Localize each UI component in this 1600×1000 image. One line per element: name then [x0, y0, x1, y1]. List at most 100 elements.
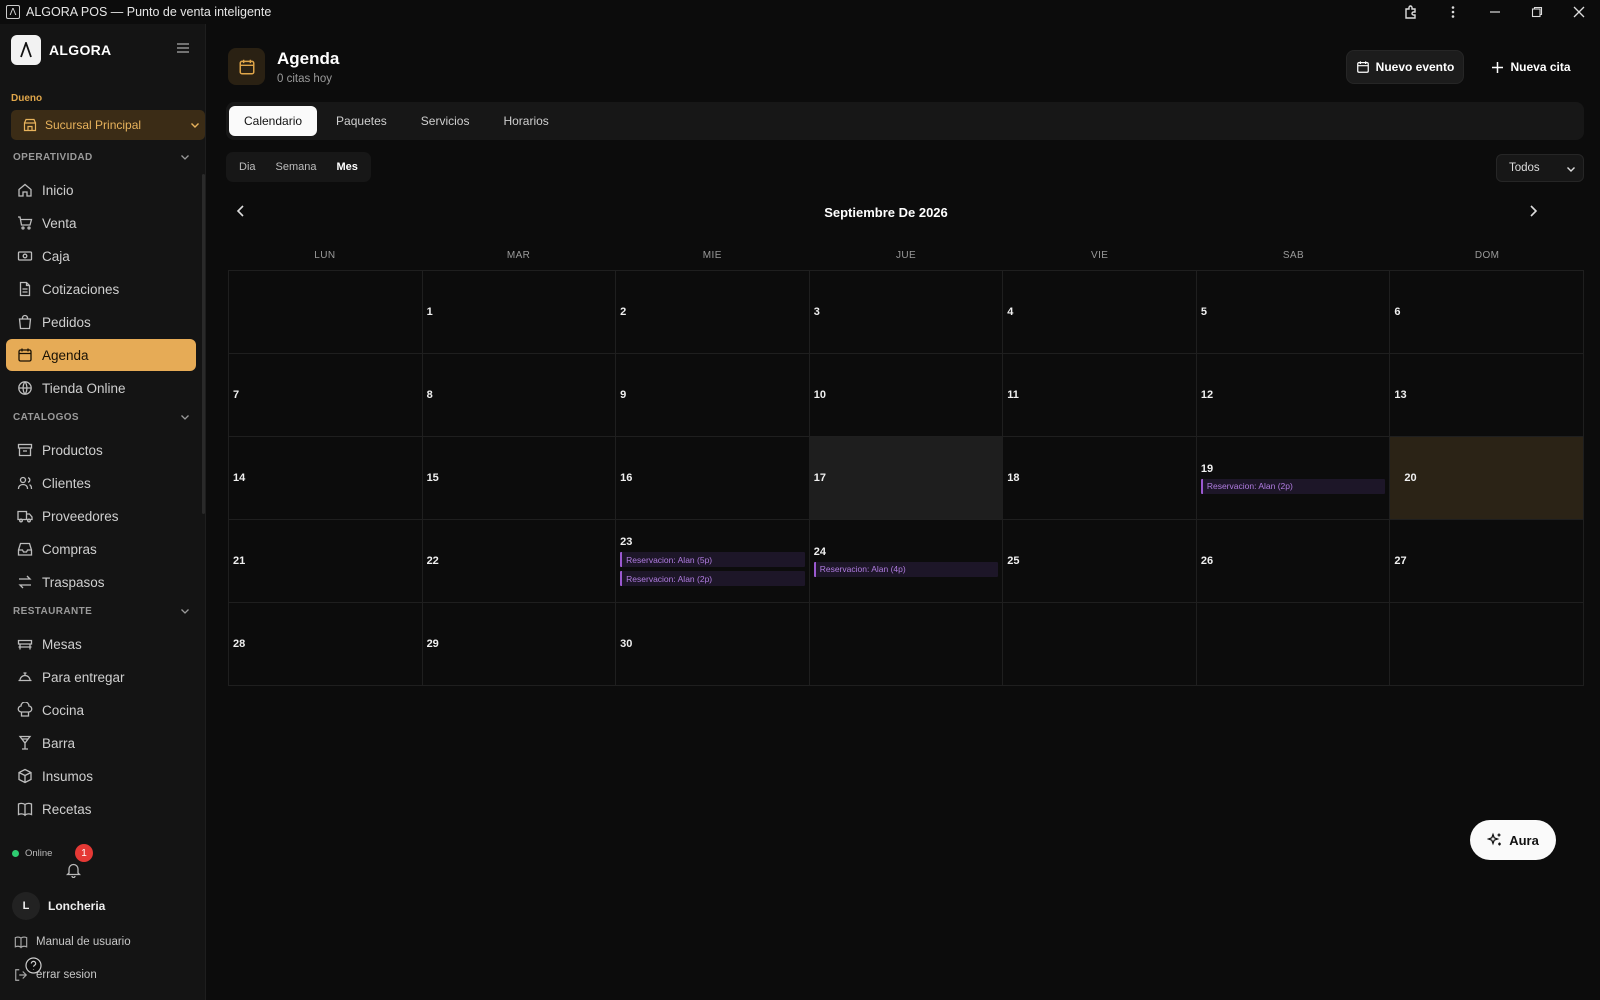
calendar-day[interactable]: 5 [1196, 271, 1391, 354]
calendar-day[interactable]: 12 [1196, 354, 1391, 437]
filter-select[interactable]: Todos [1496, 154, 1584, 182]
sidebar-item-productos[interactable]: Productos [6, 434, 196, 466]
calendar-day[interactable]: 23 Reservacion: Alan (5p) Reservacion: Ala… [616, 520, 810, 603]
branch-selector[interactable]: Sucursal Principal [11, 110, 205, 140]
sidebar-item-pedidos[interactable]: Pedidos [6, 306, 196, 338]
calendar-day[interactable]: 4 [1003, 271, 1197, 354]
more-vertical-icon[interactable] [1432, 0, 1474, 24]
menu-icon[interactable] [176, 42, 190, 54]
calendar-day[interactable]: 10 [809, 354, 1004, 437]
help-icon[interactable] [25, 957, 42, 974]
calendar-event[interactable]: Reservacion: Alan (5p) [620, 552, 805, 567]
calendar-event[interactable]: Reservacion: Alan (2p) [620, 571, 805, 586]
minimize-button[interactable] [1474, 0, 1516, 24]
restore-button[interactable] [1516, 0, 1558, 24]
day-number: 8 [426, 389, 433, 401]
month-title: Septiembre De 2026 [824, 205, 948, 220]
calendar-day[interactable]: 8 [422, 354, 617, 437]
calendar-day[interactable]: 27 [1390, 520, 1584, 603]
view-mes[interactable]: Mes [327, 155, 368, 179]
extensions-icon[interactable] [1390, 0, 1432, 24]
sidebar-item-recetas[interactable]: Recetas [6, 793, 196, 825]
calendar-day[interactable]: 21 [229, 520, 423, 603]
calendar-day[interactable]: 17 [809, 437, 1004, 520]
calendar-day[interactable]: 20 [1390, 437, 1584, 520]
calendar-day-empty[interactable] [229, 271, 423, 354]
calendar-day[interactable]: 2 [616, 271, 810, 354]
section-operatividad[interactable]: OPERATIVIDAD [13, 151, 191, 163]
chevron-left-icon[interactable] [234, 204, 248, 218]
sidebar-item-venta[interactable]: Venta [6, 207, 196, 239]
tab-horarios[interactable]: Horarios [488, 106, 563, 136]
calendar-day[interactable]: 16 [616, 437, 810, 520]
view-semana[interactable]: Semana [266, 155, 327, 179]
calendar-day[interactable]: 19 Reservacion: Alan (2p) [1196, 437, 1391, 520]
sidebar-item-proveedores[interactable]: Proveedores [6, 500, 196, 532]
calendar-day[interactable]: 7 [229, 354, 423, 437]
view-dia[interactable]: Dia [229, 155, 266, 179]
calendar-event[interactable]: Reservacion: Alan (2p) [1200, 478, 1386, 494]
calendar-day[interactable]: 29 [422, 603, 617, 686]
calendar-day[interactable]: 14 [229, 437, 423, 520]
calendar-day-empty[interactable] [1390, 603, 1584, 686]
close-button[interactable] [1558, 0, 1600, 24]
calendar-day[interactable]: 30 [616, 603, 810, 686]
calendar-day[interactable]: 25 [1003, 520, 1197, 603]
sidebar-item-inicio[interactable]: Inicio [6, 174, 196, 206]
aura-assistant-button[interactable]: Aura [1470, 820, 1556, 860]
truck-icon [16, 507, 34, 525]
day-number: 2 [620, 306, 627, 318]
calendar-day[interactable]: 13 [1390, 354, 1584, 437]
sidebar-item-mesas[interactable]: Mesas [6, 628, 196, 660]
tab-servicios[interactable]: Servicios [406, 106, 485, 136]
calendar-day[interactable]: 3 [809, 271, 1004, 354]
weekday-label: MAR [506, 250, 531, 261]
calendar-day[interactable]: 15 [422, 437, 617, 520]
sidebar-item-tienda-online[interactable]: Tienda Online [6, 372, 196, 404]
chevron-right-icon[interactable] [1526, 204, 1540, 218]
calendar-day[interactable]: 24 Reservacion: Alan (4p) [809, 520, 1004, 603]
section-restaurante[interactable]: RESTAURANTE [13, 605, 191, 617]
calendar-day-empty[interactable] [1196, 603, 1391, 686]
filter-value: Todos [1509, 162, 1540, 174]
bell-icon[interactable] [66, 862, 81, 878]
calendar-day-empty[interactable] [809, 603, 1004, 686]
sidebar-item-insumos[interactable]: Insumos [6, 760, 196, 792]
calendar-day-empty[interactable] [1003, 603, 1197, 686]
sidebar-item-compras[interactable]: Compras [6, 533, 196, 565]
calendar-day[interactable]: 9 [616, 354, 810, 437]
day-number: 9 [620, 389, 627, 401]
section-catalogos[interactable]: CATALOGOS [13, 411, 191, 423]
sidebar-scrollbar[interactable] [202, 174, 205, 514]
sidebar-item-barra[interactable]: Barra [6, 727, 196, 759]
calendar-event[interactable]: Reservacion: Alan (4p) [813, 561, 999, 577]
calendar-day[interactable]: 6 [1390, 271, 1584, 354]
sidebar-item-caja[interactable]: Caja [6, 240, 196, 272]
branch-label: Sucursal Principal [45, 118, 142, 132]
new-event-button[interactable]: Nuevo evento [1346, 50, 1464, 84]
day-number: 13 [1394, 389, 1407, 401]
brand[interactable]: ALGORA [11, 35, 111, 65]
user-manual-link[interactable]: Manual de usuario [14, 935, 131, 949]
sidebar-item-cocina[interactable]: Cocina [6, 694, 196, 726]
calendar-day[interactable]: 22 [422, 520, 617, 603]
day-number: 7 [233, 389, 240, 401]
calendar-day[interactable]: 18 [1003, 437, 1197, 520]
algora-logo-icon [11, 35, 41, 65]
calendar-day[interactable]: 11 [1003, 354, 1197, 437]
day-number: 16 [620, 472, 633, 484]
calendar-day[interactable]: 26 [1196, 520, 1391, 603]
calendar-icon [16, 346, 34, 364]
calendar-day[interactable]: 1 [422, 271, 617, 354]
day-number: 15 [426, 472, 439, 484]
tab-paquetes[interactable]: Paquetes [321, 106, 402, 136]
user-profile[interactable]: L Loncheria [12, 892, 105, 920]
sidebar-item-clientes[interactable]: Clientes [6, 467, 196, 499]
sidebar-item-agenda[interactable]: Agenda [6, 339, 196, 371]
sidebar-item-cotizaciones[interactable]: Cotizaciones [6, 273, 196, 305]
calendar-day[interactable]: 28 [229, 603, 423, 686]
tab-calendario[interactable]: Calendario [229, 106, 318, 136]
sidebar-item-para-entregar[interactable]: Para entregar [6, 661, 196, 693]
new-appointment-button[interactable]: Nueva cita [1476, 50, 1586, 84]
sidebar-item-traspasos[interactable]: Traspasos [6, 566, 196, 598]
